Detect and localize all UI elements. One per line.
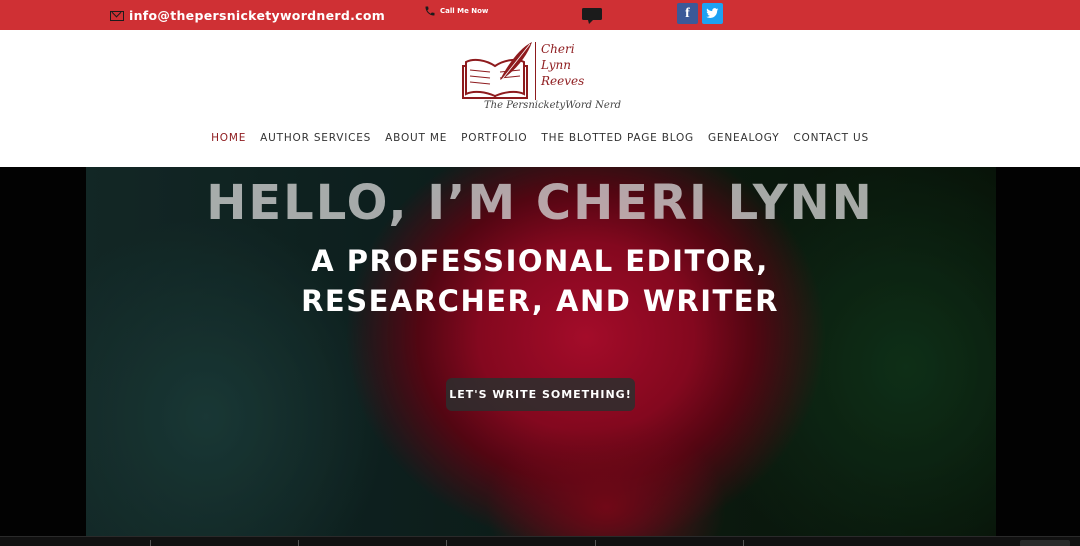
nav-about-me[interactable]: ABOUT ME (378, 132, 454, 144)
nav-contact-us[interactable]: CONTACT US (786, 132, 875, 144)
call-me-label: Call Me Now (440, 7, 489, 15)
hero-subtitle-line1: A PROFESSIONAL EDITOR, (311, 244, 769, 278)
facebook-icon[interactable]: f (677, 3, 698, 24)
call-me-link[interactable]: Call Me Now (424, 5, 488, 17)
logo-divider (535, 42, 536, 100)
logo-tagline: The PersnicketyWord Nerd (484, 100, 622, 111)
nav-genealogy[interactable]: GENEALOGY (701, 132, 786, 144)
main-navigation: HOME AUTHOR SERVICES ABOUT ME PORTFOLIO … (0, 132, 1080, 144)
envelope-icon (110, 10, 124, 21)
top-bar: info@thepersnicketywordnerd.com Call Me … (0, 0, 1080, 30)
hero-section: HELLO, I’M CHERI LYNN A PROFESSIONAL EDI… (0, 167, 1080, 536)
hero-subtitle: A PROFESSIONAL EDITOR, RESEARCHER, AND W… (0, 241, 1080, 321)
email-text: info@thepersnicketywordnerd.com (129, 8, 386, 23)
hero-subtitle-line2: RESEARCHER, AND WRITER (301, 284, 779, 318)
site-header: Cheri Lynn Reeves The PersnicketyWord Ne… (0, 30, 1080, 167)
logo-name-middle: Lynn (541, 58, 571, 72)
scroll-button[interactable] (1020, 540, 1070, 546)
lets-write-button[interactable]: LET'S WRITE SOMETHING! (446, 378, 635, 411)
nav-blotted-page-blog[interactable]: THE BLOTTED PAGE BLOG (534, 132, 701, 144)
chat-link[interactable] (581, 7, 603, 29)
site-logo[interactable]: Cheri Lynn Reeves The PersnicketyWord Ne… (460, 40, 622, 116)
chat-bubble-icon (582, 8, 602, 24)
hero-title: HELLO, I’M CHERI LYNN (206, 175, 874, 231)
nav-author-services[interactable]: AUTHOR SERVICES (253, 132, 378, 144)
strip-divider (446, 540, 447, 546)
nav-portfolio[interactable]: PORTFOLIO (454, 132, 534, 144)
strip-divider (595, 540, 596, 546)
next-section-strip (0, 536, 1080, 546)
strip-divider (150, 540, 151, 546)
social-links: f (677, 3, 723, 24)
strip-divider (298, 540, 299, 546)
twitter-bird-icon (706, 8, 719, 18)
phone-icon (425, 6, 435, 16)
nav-home[interactable]: HOME (204, 132, 253, 144)
book-quill-logo-icon (462, 42, 532, 99)
logo-name-last: Reeves (541, 74, 585, 88)
email-link[interactable]: info@thepersnicketywordnerd.com (110, 8, 385, 23)
logo-name-first: Cheri (541, 42, 575, 56)
twitter-icon[interactable] (702, 3, 723, 24)
strip-divider (743, 540, 744, 546)
